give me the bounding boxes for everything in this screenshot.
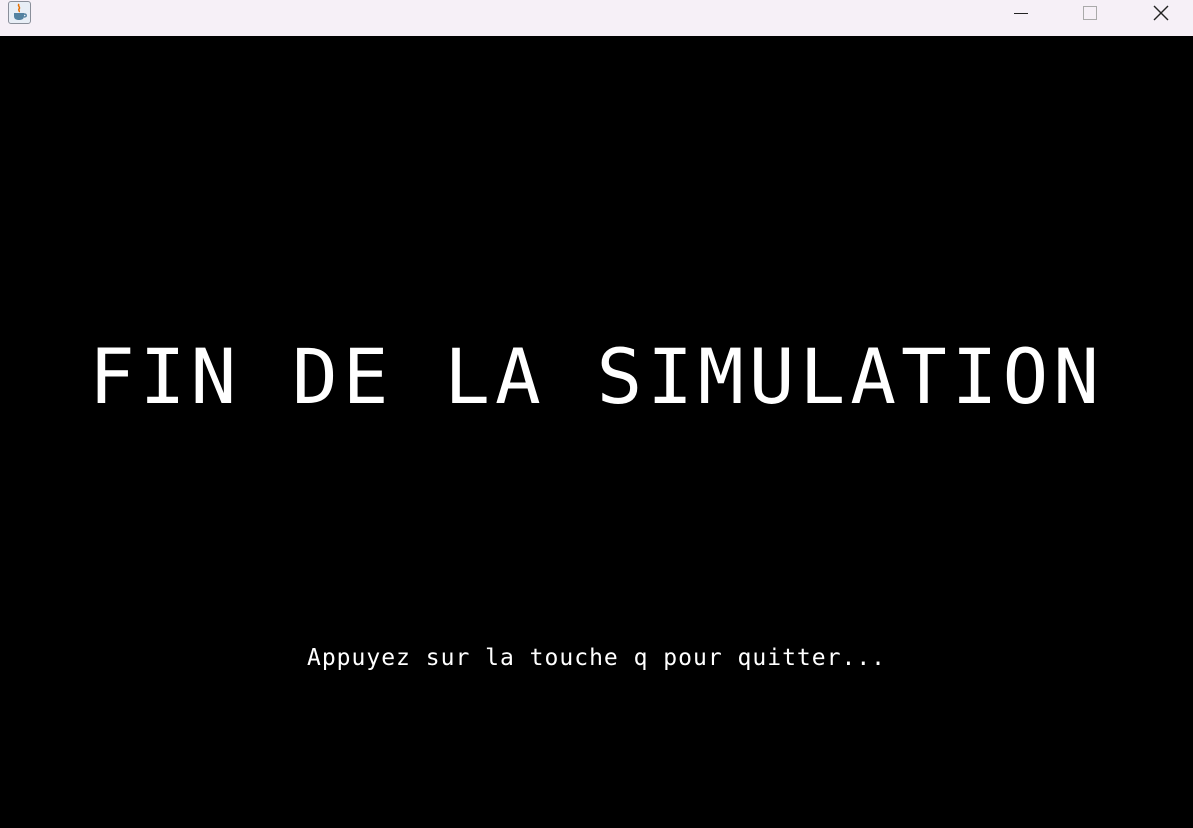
quit-instruction: Appuyez sur la touche q pour quitter...: [306, 645, 887, 671]
maximize-button[interactable]: [1067, 0, 1113, 28]
minimize-button[interactable]: [998, 0, 1044, 28]
java-coffee-cup-icon[interactable]: [8, 1, 31, 24]
app-window: FIN DE LA SIMULATION Appuyez sur la touc…: [0, 0, 1193, 828]
close-button[interactable]: [1138, 0, 1184, 28]
title-bar[interactable]: [0, 0, 1193, 36]
maximize-icon: [1083, 6, 1097, 20]
minimize-icon: [1014, 13, 1028, 14]
simulation-screen[interactable]: FIN DE LA SIMULATION Appuyez sur la touc…: [0, 36, 1193, 828]
close-icon: [1153, 5, 1169, 21]
end-of-simulation-title: FIN DE LA SIMULATION: [88, 332, 1105, 421]
